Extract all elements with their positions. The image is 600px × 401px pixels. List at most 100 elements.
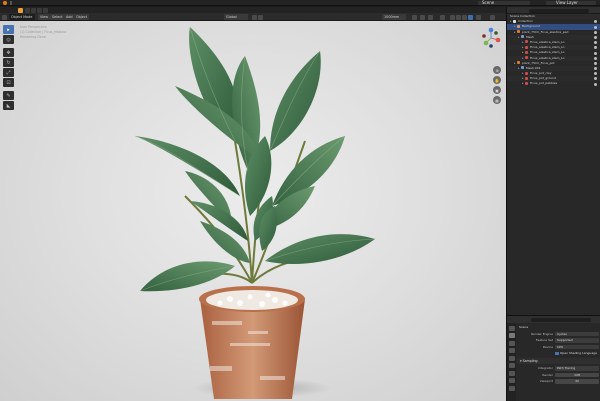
eye-icon[interactable] (594, 25, 597, 29)
eye-icon[interactable] (594, 67, 597, 71)
outliner-row-label: Ficus_pot_ground (530, 76, 556, 81)
output-tab-icon[interactable] (508, 340, 515, 346)
outliner-row[interactable]: ▸ Ficus_pot_pebbles (507, 81, 600, 86)
integrator-dropdown[interactable]: Path Tracing (555, 366, 599, 371)
outliner-row-label: plant_75CC_Ficus_pot (522, 60, 555, 65)
mode-dropdown[interactable]: Object Mode (9, 14, 35, 20)
properties-panel: Scene Render Engine Cycles Feature Set S… (506, 315, 600, 401)
outliner-row-label: Background (522, 24, 540, 29)
eye-icon[interactable] (594, 56, 597, 60)
unit-scale-field[interactable]: 1000mm (382, 14, 406, 20)
sampling-title: Sampling (522, 358, 538, 363)
zoom-label: 1000mm (384, 15, 400, 19)
visibility-icon[interactable] (412, 14, 417, 20)
object-type-icon (517, 24, 520, 28)
shading-options-icon[interactable] (476, 14, 481, 20)
outliner-panel: Scene Collection ▸ Collection ▸ Background ▸… (506, 7, 600, 315)
material-tab-icon[interactable] (508, 385, 515, 391)
proportional-edit-icon[interactable] (258, 14, 263, 20)
outliner-row-label: Collection (518, 19, 533, 24)
render-tab-icon[interactable] (508, 333, 515, 338)
outliner-row-label: Ficus_elastica_stem_Lo (530, 39, 565, 44)
outliner-row-label: Mesh.001 (526, 65, 541, 70)
mode-icon[interactable] (43, 7, 48, 13)
object-type-icon (525, 71, 528, 75)
viewport-header: Object Mode View Select Add Object Globa… (0, 13, 506, 21)
properties-search-input[interactable] (531, 317, 591, 322)
properties-header (507, 316, 600, 323)
object-type-icon (525, 81, 528, 85)
object-type-icon (517, 30, 520, 34)
snap-icon[interactable] (252, 14, 257, 20)
view-layer-tab-icon[interactable] (508, 348, 515, 353)
transform-orientation-dropdown[interactable]: Global (224, 14, 248, 20)
viewport-samples-label: Viewport (539, 379, 553, 383)
outliner-header (507, 7, 600, 14)
mode-icon[interactable] (25, 7, 30, 13)
mode-icon[interactable] (37, 7, 42, 13)
xray-toggle-icon[interactable] (440, 14, 445, 20)
tool-tab-icon[interactable] (508, 325, 515, 331)
scene-label: Scene (482, 0, 495, 5)
shading-material-icon[interactable] (462, 14, 467, 20)
feature-set-dropdown[interactable]: Supported (555, 338, 599, 343)
editor-type-icon[interactable] (2, 14, 7, 20)
outliner-row-label: Ficus_pot_pebbles (530, 81, 558, 86)
outliner-row-label: Ficus_elastica_stem_Lo (530, 45, 565, 50)
outliner-tree: ▸ Collection ▸ Background ▸ plant_75CC_Ficus_… (507, 19, 600, 86)
modifier-tab-icon[interactable] (508, 378, 515, 383)
eye-icon[interactable] (594, 41, 597, 45)
osl-row: Open Shading Language (517, 350, 600, 357)
object-type-icon (521, 35, 524, 39)
blender-logo-icon[interactable] (3, 1, 7, 5)
sidebar-toggle-icon[interactable] (490, 14, 495, 20)
object-type-icon (525, 40, 528, 44)
eye-icon[interactable] (594, 35, 597, 39)
eye-icon[interactable] (594, 46, 597, 50)
menu-add[interactable]: Add (64, 14, 75, 20)
viewport-samples-field[interactable]: 32 (555, 379, 599, 384)
outliner-row-label: Ficus_pot_clay (530, 71, 552, 76)
eye-icon[interactable] (594, 20, 597, 24)
eye-icon[interactable] (594, 77, 597, 81)
viewport-samples-row: Viewport 32 (517, 378, 600, 385)
overlay-toggle-icon[interactable] (428, 14, 433, 20)
shading-solid-icon[interactable] (456, 14, 461, 20)
render-engine-dropdown[interactable]: Cycles (555, 331, 599, 336)
eye-icon[interactable] (594, 82, 597, 86)
ficus-plant-render (134, 26, 376, 399)
menu-object[interactable]: Object (74, 14, 90, 20)
tool-icon[interactable] (18, 7, 23, 13)
menu-view[interactable]: View (38, 14, 51, 20)
shading-wireframe-icon[interactable] (450, 14, 455, 20)
menu-select[interactable]: Select (50, 14, 65, 20)
eye-icon[interactable] (594, 30, 597, 34)
world-tab-icon[interactable] (508, 363, 515, 368)
object-type-icon (525, 45, 528, 49)
view-layer-label: View Layer (556, 0, 578, 5)
device-dropdown[interactable]: CPU (555, 344, 599, 349)
menu-icon[interactable] (10, 1, 12, 5)
eye-icon[interactable] (594, 51, 597, 55)
object-tab-icon[interactable] (508, 370, 515, 376)
osl-checkbox[interactable] (555, 351, 559, 355)
gizmo-toggle-icon[interactable] (420, 14, 425, 20)
outliner-search-input[interactable] (529, 8, 589, 13)
top-bar: Scene View Layer (0, 0, 600, 6)
object-type-icon (521, 66, 524, 70)
3d-viewport[interactable]: User Perspective (1) Collection | Ficus_… (0, 21, 506, 401)
object-type-icon (525, 76, 528, 80)
object-type-icon (513, 19, 516, 23)
scene-tab-icon[interactable] (508, 355, 515, 361)
mode-icon[interactable] (31, 7, 36, 13)
eye-icon[interactable] (594, 61, 597, 65)
eye-icon[interactable] (594, 72, 597, 76)
outliner-row-label: Mesh (526, 34, 534, 39)
render-samples-field[interactable]: 128 (555, 372, 599, 377)
object-type-icon (525, 50, 528, 54)
outliner-row-label: Ficus_elastica_stem_Lo (530, 55, 565, 60)
shading-rendered-icon[interactable] (468, 14, 473, 20)
osl-label: Open Shading Language (560, 351, 597, 355)
sampling-section-header[interactable]: ▾ Sampling (517, 357, 600, 364)
object-type-icon (517, 61, 520, 65)
